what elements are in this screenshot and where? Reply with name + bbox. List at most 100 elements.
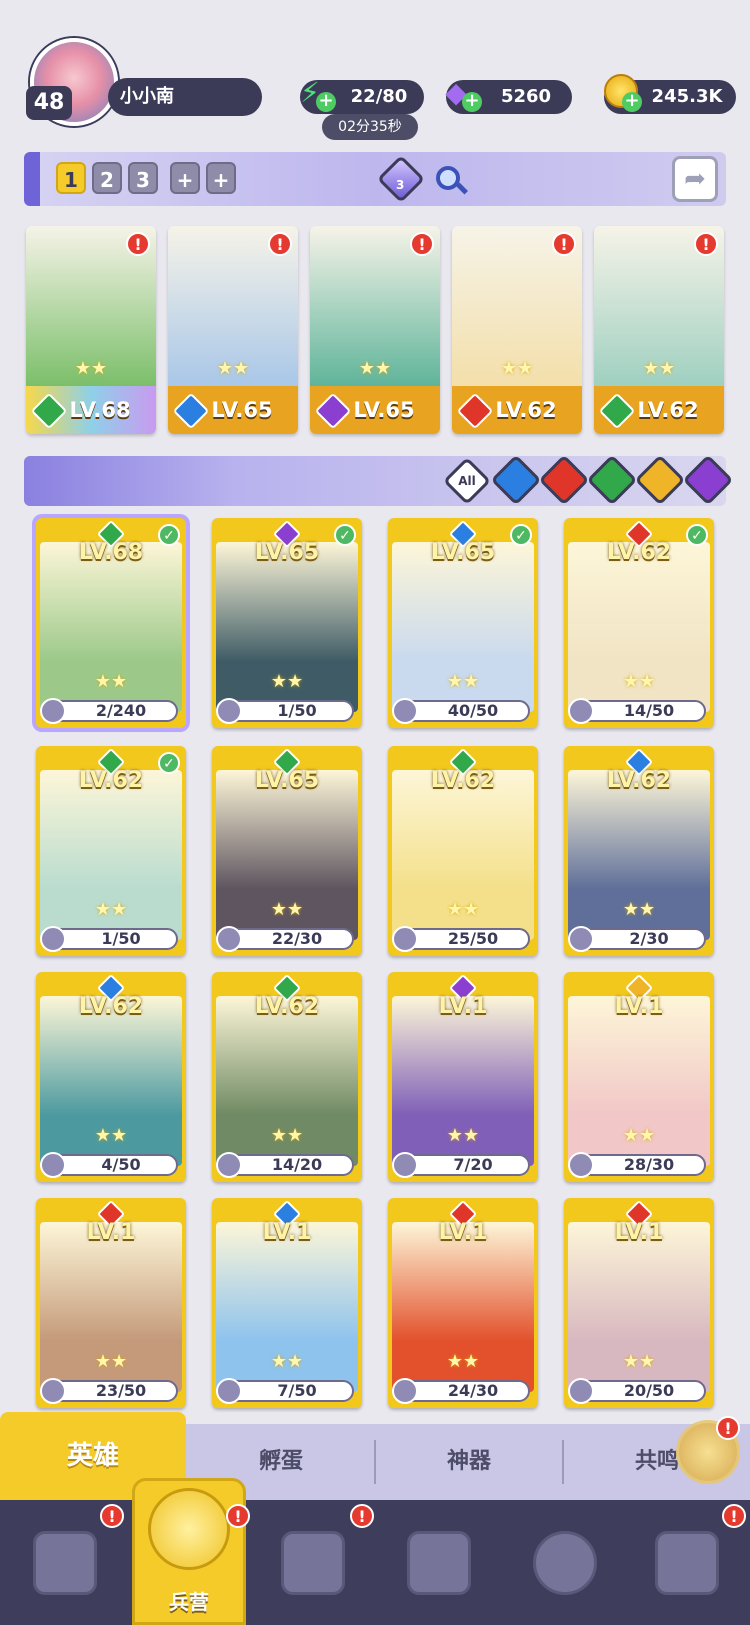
hero-card[interactable]: LV.1 ★★ 7/50 [212,1198,362,1408]
share-button[interactable]: ➦ [672,156,718,202]
hero-level: LV.68 [78,540,144,565]
shard-count: 23/50 [95,1381,147,1400]
hero-card[interactable]: LV.62 ★★ 4/50 [36,972,186,1182]
team-tab-add-2[interactable]: + [206,162,236,194]
hero-level: LV.62 [430,768,496,793]
nav-mushroom[interactable] [520,1520,610,1606]
shard-progress: 25/50 [392,926,530,952]
hero-card[interactable]: LV.1 ★★ 7/20 [388,972,538,1182]
shard-count: 1/50 [101,929,141,948]
hero-level: LV.62 [495,398,557,422]
star-rating-icon: ★★ [94,1351,128,1372]
hero-card[interactable]: LV.1 ★★ 24/30 [388,1198,538,1408]
hero-card[interactable]: LV.65 ★★ 22/30 [212,746,362,956]
team-bar-accent [24,152,40,206]
nav-guild[interactable] [642,1520,732,1606]
team-tab-2[interactable]: 2 [92,162,122,194]
hero-card[interactable]: ✓ LV.65 ★★ 40/50 [388,518,538,728]
hero-card[interactable]: ✓ LV.68 ★★ 2/240 [36,518,186,728]
nav-castle[interactable] [394,1520,484,1606]
formation-count: 3 [396,178,405,192]
star-rating-icon: ★★ [216,358,250,379]
shard-icon [40,698,66,724]
shard-progress: 20/50 [568,1378,706,1404]
shard-progress: 7/20 [392,1152,530,1178]
nav-barracks-alert: ! [226,1504,250,1528]
star-rating-icon: ★★ [500,358,534,379]
hero-card[interactable]: ✓ LV.65 ★★ 1/50 [212,518,362,728]
compass-alert-badge: ! [716,1416,740,1440]
shard-icon [40,1378,66,1404]
shard-icon [392,698,418,724]
gem-value: 5260 [500,86,552,107]
shard-count: 25/50 [447,929,499,948]
team-tab-3[interactable]: 3 [128,162,158,194]
hero-level: LV.1 [614,1220,664,1245]
gold-add-icon[interactable]: + [622,92,642,112]
lineup-hero-card[interactable]: ★★ LV.62! [594,226,724,434]
hero-card[interactable]: ✓ LV.62 ★★ 1/50 [36,746,186,956]
hero-card[interactable]: ✓ LV.62 ★★ 14/50 [564,518,714,728]
guild-icon [655,1531,719,1595]
hero-level: LV.62 [637,398,699,422]
nav-cards[interactable] [20,1520,110,1606]
player-name[interactable]: 小小南 [108,78,262,116]
shard-count: 14/20 [271,1155,323,1174]
energy-value: 22/80 [350,86,408,107]
hero-level: LV.62 [606,540,672,565]
star-rating-icon: ★★ [622,1125,656,1146]
nav-map[interactable] [268,1520,358,1606]
hero-level: LV.1 [438,994,488,1019]
shard-icon [216,1378,242,1404]
hero-card[interactable]: LV.1 ★★ 28/30 [564,972,714,1182]
lineup-hero-card[interactable]: ★★ LV.65! [168,226,298,434]
shard-icon [40,1152,66,1178]
shard-progress: 14/20 [216,1152,354,1178]
star-rating-icon: ★★ [446,1125,480,1146]
gem-add-icon[interactable]: + [462,92,482,112]
team-tab-1[interactable]: 1 [56,162,86,194]
shard-progress: 2/240 [40,698,178,724]
shard-progress: 2/30 [568,926,706,952]
hero-level: LV.65 [353,398,415,422]
lineup-hero-card[interactable]: ★★ LV.68! [26,226,156,434]
shard-count: 40/50 [447,701,499,720]
shard-progress: 4/50 [40,1152,178,1178]
hero-card[interactable]: LV.62 ★★ 2/30 [564,746,714,956]
hero-card[interactable]: LV.62 ★★ 25/50 [388,746,538,956]
shard-progress: 23/50 [40,1378,178,1404]
hero-alert-badge: ! [268,232,292,256]
star-rating-icon: ★★ [642,358,676,379]
hero-level: LV.62 [78,768,144,793]
hero-level: LV.68 [69,398,131,422]
energy-add-icon[interactable]: + [316,92,336,112]
hero-card[interactable]: LV.1 ★★ 23/50 [36,1198,186,1408]
shard-progress: 7/50 [216,1378,354,1404]
filter-all-label: All [458,474,476,488]
shard-progress: 1/50 [40,926,178,952]
shard-count: 14/50 [623,701,675,720]
lineup-hero-card[interactable]: ★★ LV.65! [310,226,440,434]
nav-guild-alert: ! [722,1504,746,1528]
shard-progress: 14/50 [568,698,706,724]
star-rating-icon: ★★ [94,1125,128,1146]
shard-icon [392,1378,418,1404]
lineup-hero-card[interactable]: ★★ LV.62! [452,226,582,434]
hero-level: LV.1 [86,1220,136,1245]
hero-card[interactable]: LV.1 ★★ 20/50 [564,1198,714,1408]
shard-progress: 40/50 [392,698,530,724]
star-rating-icon: ★★ [622,1351,656,1372]
map-icon [281,1531,345,1595]
star-rating-icon: ★★ [94,899,128,920]
star-rating-icon: ★★ [446,899,480,920]
energy-timer: 02分35秒 [322,114,418,140]
star-rating-icon: ★★ [94,671,128,692]
shard-count: 28/30 [623,1155,675,1174]
star-rating-icon: ★★ [446,1351,480,1372]
tab-artifact[interactable]: 神器 [376,1424,562,1500]
gold-value: 245.3K [651,86,723,107]
hero-card[interactable]: LV.62 ★★ 14/20 [212,972,362,1182]
team-tab-add-1[interactable]: + [170,162,200,194]
hero-level: LV.65 [254,768,320,793]
star-rating-icon: ★★ [446,671,480,692]
